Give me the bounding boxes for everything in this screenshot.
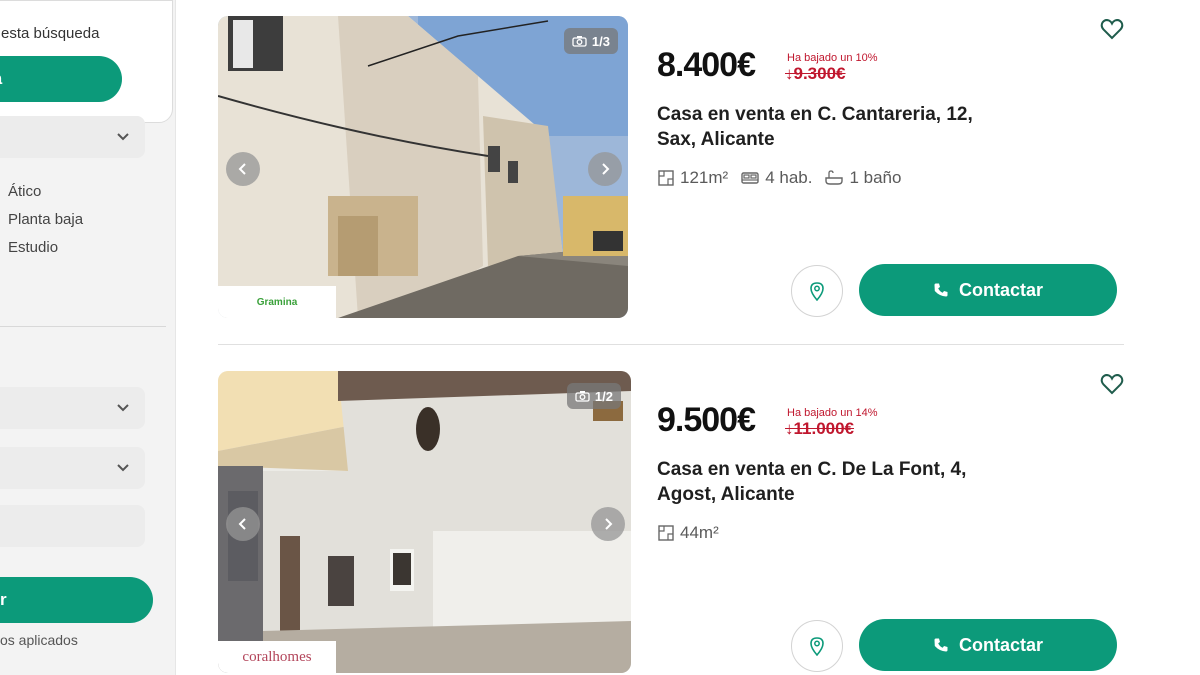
bathtub-icon (825, 170, 844, 185)
previous-photo-button[interactable] (226, 152, 260, 186)
baths-value: 1 baño (849, 168, 902, 187)
old-price: ↓11.000€ (785, 419, 855, 438)
chevron-down-icon (117, 404, 129, 412)
divider (0, 326, 166, 327)
baths-feature: 1 baño (824, 168, 901, 188)
camera-icon (572, 36, 587, 47)
price-drop-label: Ha bajado un 14% (787, 407, 878, 419)
phone-icon (934, 638, 948, 652)
listing-card[interactable]: 1/2 coralhomes 9.500€ Ha bajado un 14% ↓… (218, 371, 1124, 673)
chevron-down-icon (117, 133, 129, 141)
camera-icon (575, 391, 590, 402)
listing-card[interactable]: 1/3 Gramina 8.400€ Ha bajado un 10% ↓9.3… (218, 16, 1124, 318)
rooms-value: 4 hab. (765, 168, 813, 187)
applied-filters-text: os aplicados (0, 632, 78, 648)
listing-features: 121m² 4 hab. 1 baño (657, 168, 901, 188)
map-pin-icon (810, 637, 824, 656)
photo-counter: 1/3 (563, 28, 618, 54)
listing-photo[interactable]: 1/2 coralhomes (218, 371, 631, 673)
chevron-down-icon (117, 464, 129, 472)
house-photo-image (218, 371, 631, 673)
search-button-label: r (0, 590, 7, 609)
save-search-card: esta búsqueda erta (0, 0, 173, 123)
create-alert-button[interactable]: erta (0, 56, 122, 102)
filters-sidebar: esta búsqueda erta Ático Planta baja Est… (0, 0, 176, 675)
filter-select-2[interactable] (0, 387, 145, 429)
map-pin-icon (810, 282, 824, 301)
agency-logo[interactable]: coralhomes (218, 641, 336, 673)
agency-name: Gramina (256, 296, 298, 308)
contact-button[interactable]: Contactar (859, 264, 1117, 316)
agency-name: coralhomes (242, 648, 312, 665)
house-photo-image (218, 16, 628, 318)
next-photo-button[interactable] (588, 152, 622, 186)
filter-input[interactable] (0, 505, 145, 547)
chevron-left-icon (238, 518, 246, 530)
heart-icon[interactable] (1100, 18, 1124, 40)
floor-plan-icon (658, 525, 674, 541)
bed-icon (741, 172, 759, 184)
type-option-estudio[interactable]: Estudio (8, 239, 58, 256)
contact-button-label: Contactar (958, 634, 1043, 655)
rooms-feature: 4 hab. (740, 168, 812, 188)
agency-logo[interactable]: Gramina (218, 286, 336, 318)
photo-count-label: 1/2 (594, 388, 613, 404)
listing-features: 44m² (657, 523, 719, 543)
chevron-right-icon (602, 163, 610, 175)
filter-select-3[interactable] (0, 447, 145, 489)
area-value: 121m² (680, 168, 729, 187)
chevron-left-icon (238, 163, 246, 175)
previous-photo-button[interactable] (226, 507, 260, 541)
save-search-text: esta búsqueda (1, 25, 100, 42)
area-value: 44m² (680, 523, 719, 542)
search-button[interactable]: r (0, 577, 153, 623)
old-price-value: 11.000€ (793, 419, 855, 438)
listing-separator (218, 344, 1124, 345)
phone-icon (934, 283, 948, 297)
heart-icon[interactable] (1100, 373, 1124, 395)
area-feature: 121m² (657, 168, 728, 188)
old-price-value: 9.300€ (793, 64, 846, 83)
next-photo-button[interactable] (591, 507, 625, 541)
map-location-button[interactable] (791, 620, 843, 672)
filter-select-1[interactable] (0, 116, 145, 158)
listing-title[interactable]: Casa en venta en C. Cantareria, 12, Sax,… (657, 102, 1017, 152)
area-feature: 44m² (657, 523, 719, 543)
floor-plan-icon (658, 170, 674, 186)
listing-price: 9.500€ (657, 401, 756, 439)
map-location-button[interactable] (791, 265, 843, 317)
create-alert-label: erta (0, 69, 2, 89)
photo-counter: 1/2 (566, 383, 621, 409)
listing-title[interactable]: Casa en venta en C. De La Font, 4, Agost… (657, 457, 1017, 507)
listing-price: 8.400€ (657, 46, 756, 84)
listing-photo[interactable]: 1/3 Gramina (218, 16, 628, 318)
type-option-planta-baja[interactable]: Planta baja (8, 211, 83, 228)
photo-count-label: 1/3 (591, 33, 610, 49)
type-option-atico[interactable]: Ático (8, 183, 41, 200)
contact-button-label: Contactar (958, 279, 1043, 300)
contact-button[interactable]: Contactar (859, 619, 1117, 671)
chevron-right-icon (605, 518, 613, 530)
old-price: ↓9.300€ (785, 64, 846, 83)
price-drop-label: Ha bajado un 10% (787, 52, 878, 64)
